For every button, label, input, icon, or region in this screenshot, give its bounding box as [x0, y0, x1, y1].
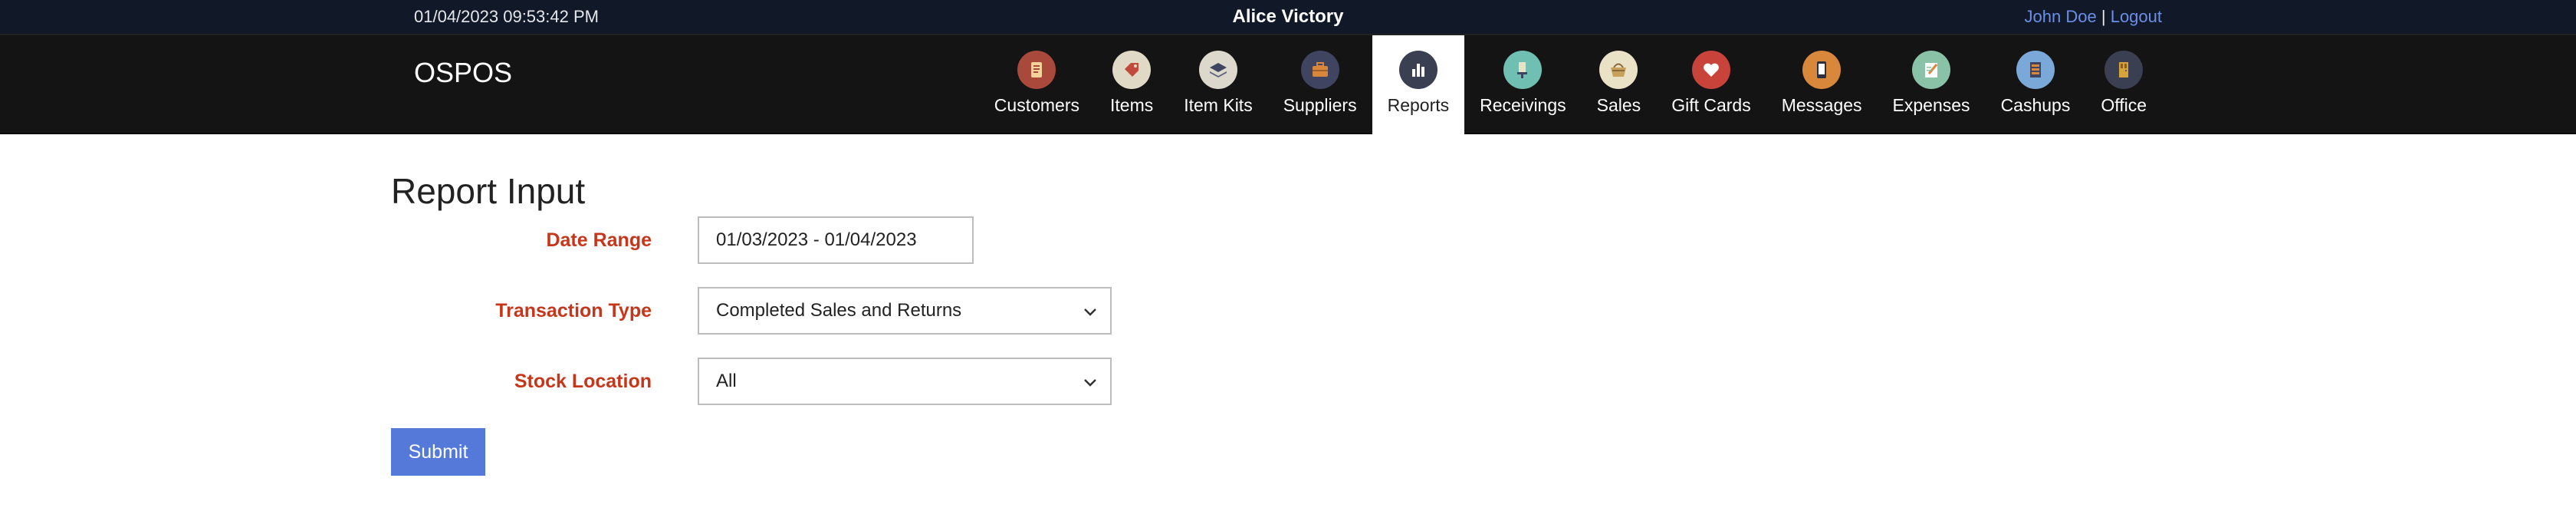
company-name: Alice Victory	[1232, 6, 1344, 27]
nav-item-label: Customers	[994, 95, 1079, 115]
basket-icon	[1599, 51, 1638, 89]
date-range-row: Date Range 01/03/2023 - 01/04/2023	[0, 216, 2576, 264]
nav-item-receivings[interactable]: Receivings	[1464, 35, 1582, 134]
bar-chart-icon	[1398, 51, 1438, 89]
nav-item-label: Office	[2101, 95, 2147, 115]
transaction-type-row: Transaction Type Completed Sales and Ret…	[0, 287, 2576, 335]
user-name-link[interactable]: John Doe	[2025, 7, 2097, 26]
heart-icon	[1691, 51, 1730, 89]
nav-item-label: Items	[1110, 95, 1154, 115]
office-door-icon	[2104, 51, 2144, 89]
nav-item-label: Receivings	[1480, 95, 1566, 115]
receiving-icon	[1503, 51, 1543, 89]
date-range-input[interactable]: 01/03/2023 - 01/04/2023	[698, 216, 974, 264]
nav-item-cashups[interactable]: Cashups	[1986, 35, 2086, 134]
transaction-type-select[interactable]: Completed Sales and Returns	[698, 287, 1112, 335]
nav-item-reports[interactable]: Reports	[1372, 35, 1465, 134]
nav-item-suppliers[interactable]: Suppliers	[1268, 35, 1372, 134]
customers-icon	[1017, 51, 1056, 89]
transaction-type-label: Transaction Type	[495, 300, 652, 321]
main-navbar: OSPOS Customers Items Item Kits Supplier…	[0, 34, 2576, 134]
nav-item-label: Reports	[1387, 95, 1450, 115]
stack-icon	[1198, 51, 1237, 89]
briefcase-icon	[1300, 51, 1339, 89]
notepad-icon	[1912, 51, 1951, 89]
nav-item-label: Suppliers	[1283, 95, 1357, 115]
brand-logo[interactable]: OSPOS	[414, 57, 512, 89]
stock-location-select[interactable]: All	[698, 358, 1112, 405]
nav-item-items[interactable]: Items	[1095, 35, 1168, 134]
stock-location-value: All	[716, 371, 737, 391]
nav-item-expenses[interactable]: Expenses	[1878, 35, 1986, 134]
nav-item-gift-cards[interactable]: Gift Cards	[1656, 35, 1766, 134]
module-nav: Customers Items Item Kits Suppliers Repo	[979, 35, 2162, 134]
stock-location-label: Stock Location	[514, 371, 652, 392]
phone-icon	[1802, 51, 1842, 89]
user-links-separator: |	[2101, 7, 2106, 26]
user-links: John Doe | Logout	[2025, 0, 2162, 34]
nav-item-label: Sales	[1596, 95, 1641, 115]
chevron-down-icon	[1084, 308, 1096, 316]
transaction-type-value: Completed Sales and Returns	[716, 300, 962, 321]
nav-item-label: Expenses	[1892, 95, 1970, 115]
nav-item-office[interactable]: Office	[2085, 35, 2162, 134]
nav-item-label: Item Kits	[1184, 95, 1253, 115]
logout-link[interactable]: Logout	[2111, 7, 2162, 26]
nav-item-customers[interactable]: Customers	[979, 35, 1095, 134]
nav-item-label: Gift Cards	[1671, 95, 1751, 115]
nav-item-sales[interactable]: Sales	[1582, 35, 1657, 134]
nav-item-item-kits[interactable]: Item Kits	[1168, 35, 1267, 134]
nav-item-label: Cashups	[2000, 95, 2071, 115]
tag-icon	[1112, 51, 1152, 89]
stock-location-row: Stock Location All	[0, 358, 2576, 405]
nav-item-label: Messages	[1781, 95, 1862, 115]
top-info-bar: 01/04/2023 09:53:42 PM Alice Victory Joh…	[0, 0, 2576, 34]
register-icon	[2016, 51, 2055, 89]
page-title: Report Input	[391, 171, 586, 211]
date-range-label: Date Range	[546, 229, 652, 251]
chevron-down-icon	[1084, 379, 1096, 387]
submit-button[interactable]: Submit	[391, 428, 485, 476]
nav-item-messages[interactable]: Messages	[1766, 35, 1878, 134]
